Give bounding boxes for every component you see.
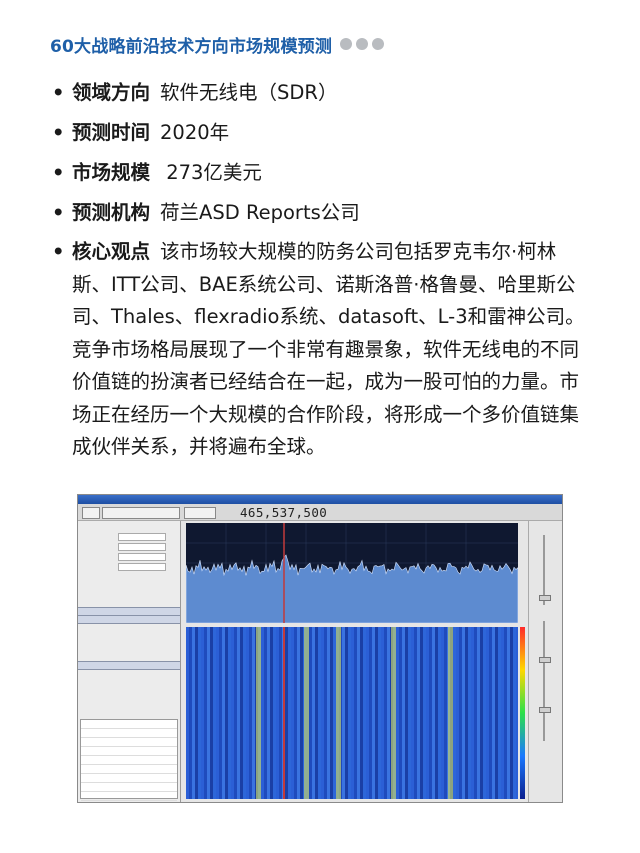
bullet-key: 核心观点 — [72, 240, 151, 263]
frequency-display: 465,537,500 — [240, 505, 328, 520]
bullet-item-agency: 预测机构荷兰ASD Reports公司 — [52, 196, 592, 229]
dot-icon — [356, 38, 369, 50]
configure-button[interactable] — [184, 507, 216, 519]
dot-icon — [340, 38, 353, 50]
waterfall-display — [186, 627, 518, 799]
bullet-value: 273亿美元 — [160, 161, 262, 184]
window-titlebar — [78, 495, 562, 504]
color-scale — [520, 627, 525, 799]
spectrum-plot — [186, 523, 518, 623]
bullet-value: 该市场较大规模的防务公司包括罗克韦尔·柯林斯、ITT公司、BAE系统公司、诺斯洛… — [72, 240, 585, 458]
bullet-value: 软件无线电（SDR） — [160, 81, 338, 104]
decorative-dots — [340, 38, 385, 50]
source-select[interactable] — [102, 507, 180, 519]
dot-icon — [372, 38, 385, 50]
bullet-item-domain: 领域方向软件无线电（SDR） — [52, 76, 592, 109]
controls-panel — [528, 521, 562, 802]
bullet-item-core-view: 核心观点该市场较大规模的防务公司包括罗克韦尔·柯林斯、ITT公司、BAE系统公司… — [52, 236, 592, 464]
slide-header: 60大战略前沿技术方向市场规模预测 — [50, 28, 385, 60]
bullet-key: 预测时间 — [72, 121, 151, 144]
frequency-manager-table — [80, 719, 178, 801]
bullet-value: 2020年 — [160, 121, 230, 144]
bullet-item-market-size: 市场规模 273亿美元 — [52, 156, 592, 189]
bullet-key: 预测机构 — [72, 201, 151, 224]
sdr-software-screenshot: 465,537,500 — [77, 494, 563, 803]
bullet-item-time: 预测时间 2020年 — [52, 116, 592, 149]
toolbar: 465,537,500 — [78, 504, 562, 521]
bullet-key: 领域方向 — [72, 81, 151, 104]
bullet-value: 荷兰ASD Reports公司 — [160, 201, 360, 224]
bullet-key: 市场规模 — [72, 161, 151, 184]
stop-button[interactable] — [82, 507, 100, 519]
bullet-list: 领域方向软件无线电（SDR） 预测时间 2020年 市场规模 273亿美元 预测机… — [52, 76, 592, 471]
page-title: 60大战略前沿技术方向市场规模预测 — [50, 36, 333, 57]
settings-panel — [78, 521, 181, 802]
